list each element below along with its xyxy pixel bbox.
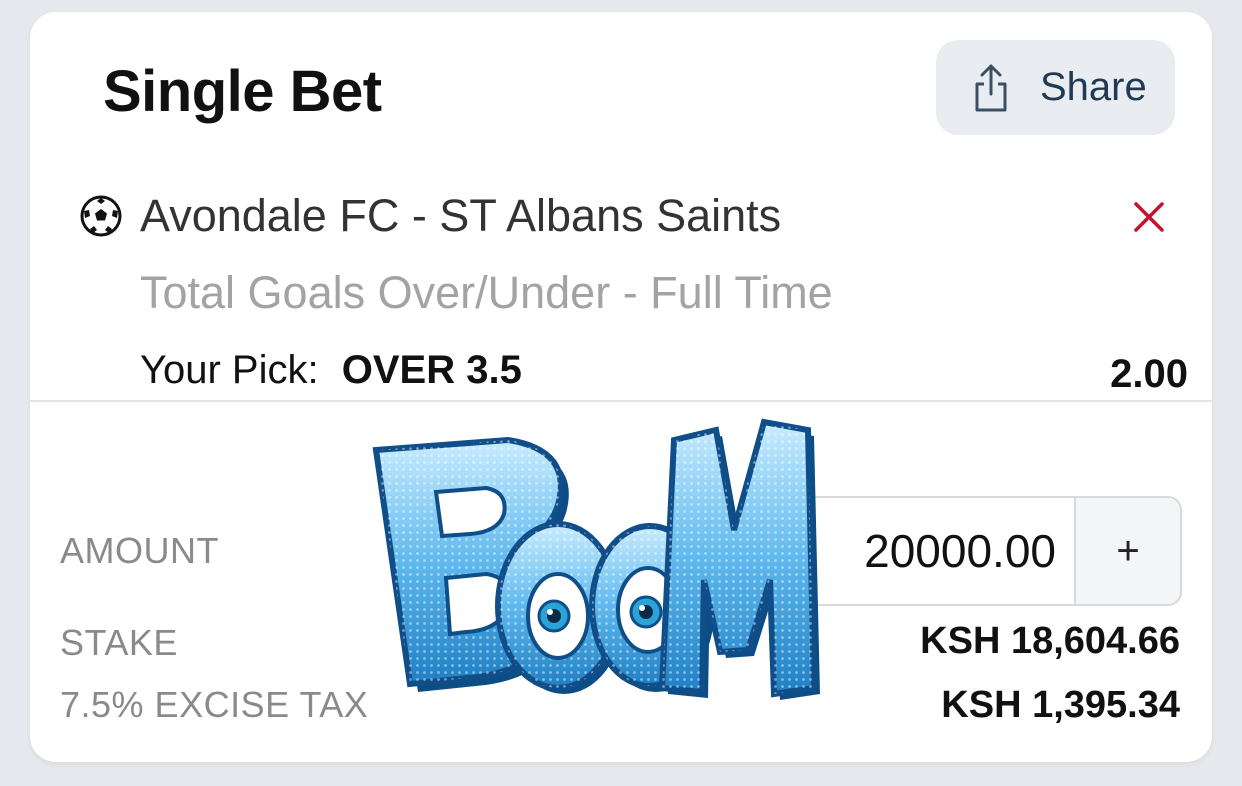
soccer-ball-icon	[80, 195, 122, 237]
excise-tax-value: KSH 1,395.34	[941, 684, 1180, 726]
stake-value: KSH 18,604.66	[920, 620, 1180, 662]
page-title: Single Bet	[103, 59, 382, 124]
odds-value: 2.00	[1110, 352, 1188, 396]
bet-slip-card: Single Bet Share Avondale FC - ST Albans…	[30, 12, 1212, 762]
market-name: Total Goals Over/Under - Full Time	[140, 267, 833, 318]
pick-row: Your Pick: OVER 3.5	[140, 348, 522, 393]
share-icon	[972, 62, 1010, 114]
increase-amount-button[interactable]: +	[1074, 498, 1180, 604]
stake-label: STAKE	[60, 622, 178, 663]
share-label: Share	[1040, 65, 1147, 109]
amount-label: AMOUNT	[60, 530, 219, 571]
pick-label: Your Pick:	[140, 348, 319, 392]
event-row: Avondale FC - ST Albans Saints	[80, 190, 781, 242]
event-name: Avondale FC - ST Albans Saints	[140, 190, 782, 241]
pick-value: OVER 3.5	[341, 348, 522, 392]
divider	[30, 400, 1212, 402]
boom-sticker-image	[358, 410, 828, 722]
close-icon	[1134, 202, 1164, 232]
excise-tax-label: 7.5% EXCISE TAX	[60, 684, 369, 725]
remove-selection-button[interactable]	[1130, 198, 1168, 236]
share-button[interactable]: Share	[936, 40, 1175, 135]
